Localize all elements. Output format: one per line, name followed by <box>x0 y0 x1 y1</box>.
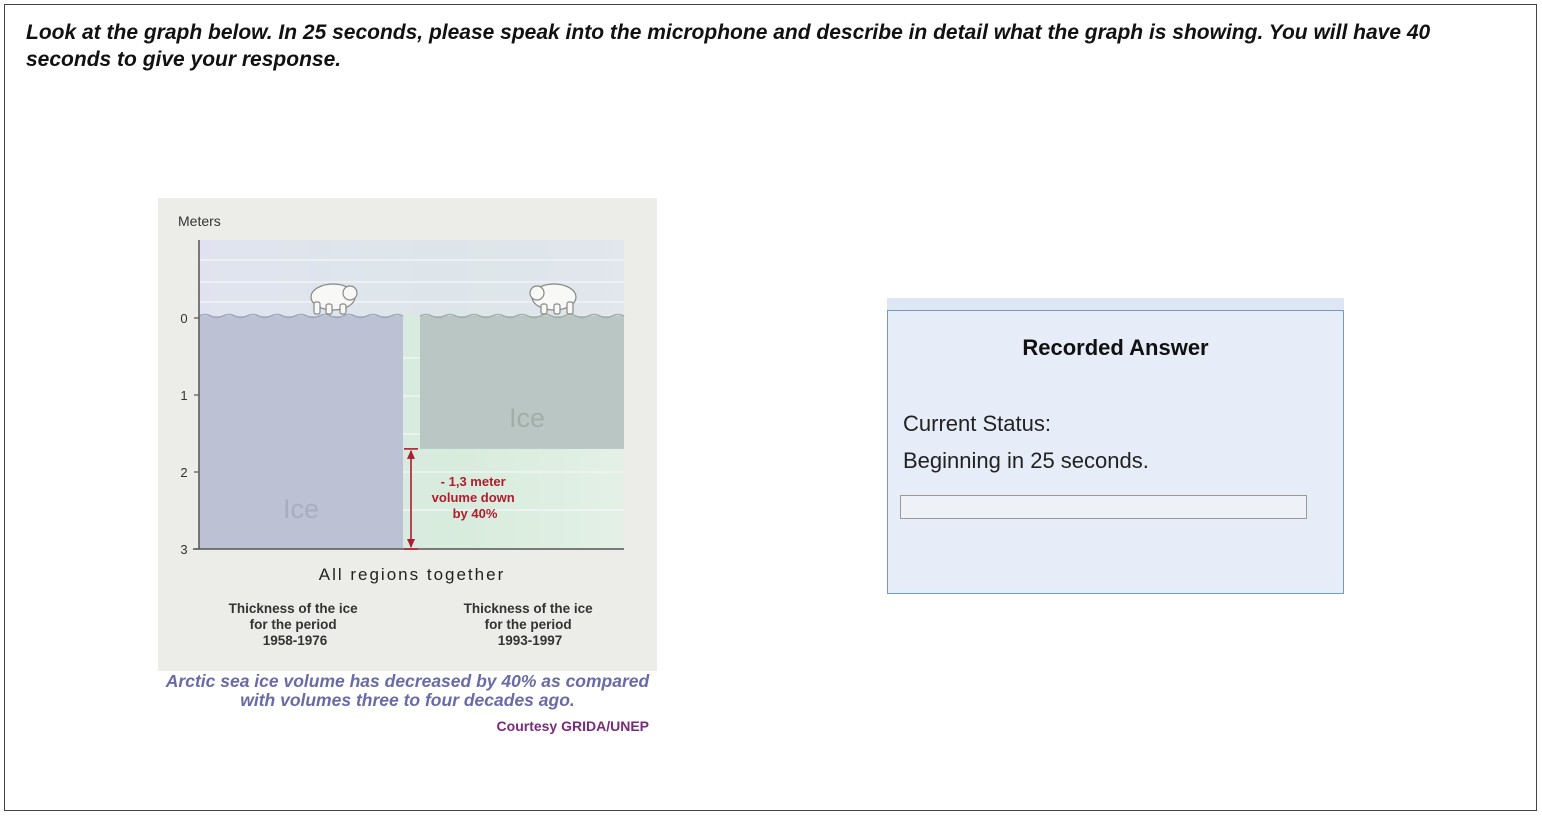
recorder-box: Recorded Answer Current Status: Beginnin… <box>887 310 1344 594</box>
status-value: Beginning in 25 seconds. <box>903 448 1149 473</box>
ice-chart: 0123 Meters Ice Ice - 1,3 meter volume d… <box>178 213 625 648</box>
bar-right-label: Ice <box>509 403 545 433</box>
figure-credit: Courtesy GRIDA/UNEP <box>496 718 649 734</box>
left-bar-caption: Thickness of the ice for the period 1958… <box>229 601 362 648</box>
y-tick-label: 1 <box>180 388 187 403</box>
y-tick-label: 0 <box>180 311 187 326</box>
y-tick-label: 2 <box>180 465 187 480</box>
bar-left-label: Ice <box>283 494 319 524</box>
y-axis-label: Meters <box>178 213 221 229</box>
right-bar-caption: Thickness of the ice for the period 1993… <box>464 601 597 648</box>
panel-header-strip <box>887 298 1344 310</box>
figure-caption: Arctic sea ice volume has decreased by 4… <box>165 671 650 710</box>
recording-progress-bar <box>900 495 1307 519</box>
x-axis-title: All regions together <box>319 565 505 584</box>
ice-thickness-figure: 0123 Meters Ice Ice - 1,3 meter volume d… <box>158 198 657 671</box>
recorder-panel: Recorded Answer Current Status: Beginnin… <box>887 298 1344 594</box>
status-label: Current Status: <box>903 411 1051 436</box>
recorder-title: Recorded Answer <box>1022 335 1209 360</box>
instructions-text: Look at the graph below. In 25 seconds, … <box>26 21 1431 71</box>
y-tick-label: 3 <box>180 542 187 557</box>
